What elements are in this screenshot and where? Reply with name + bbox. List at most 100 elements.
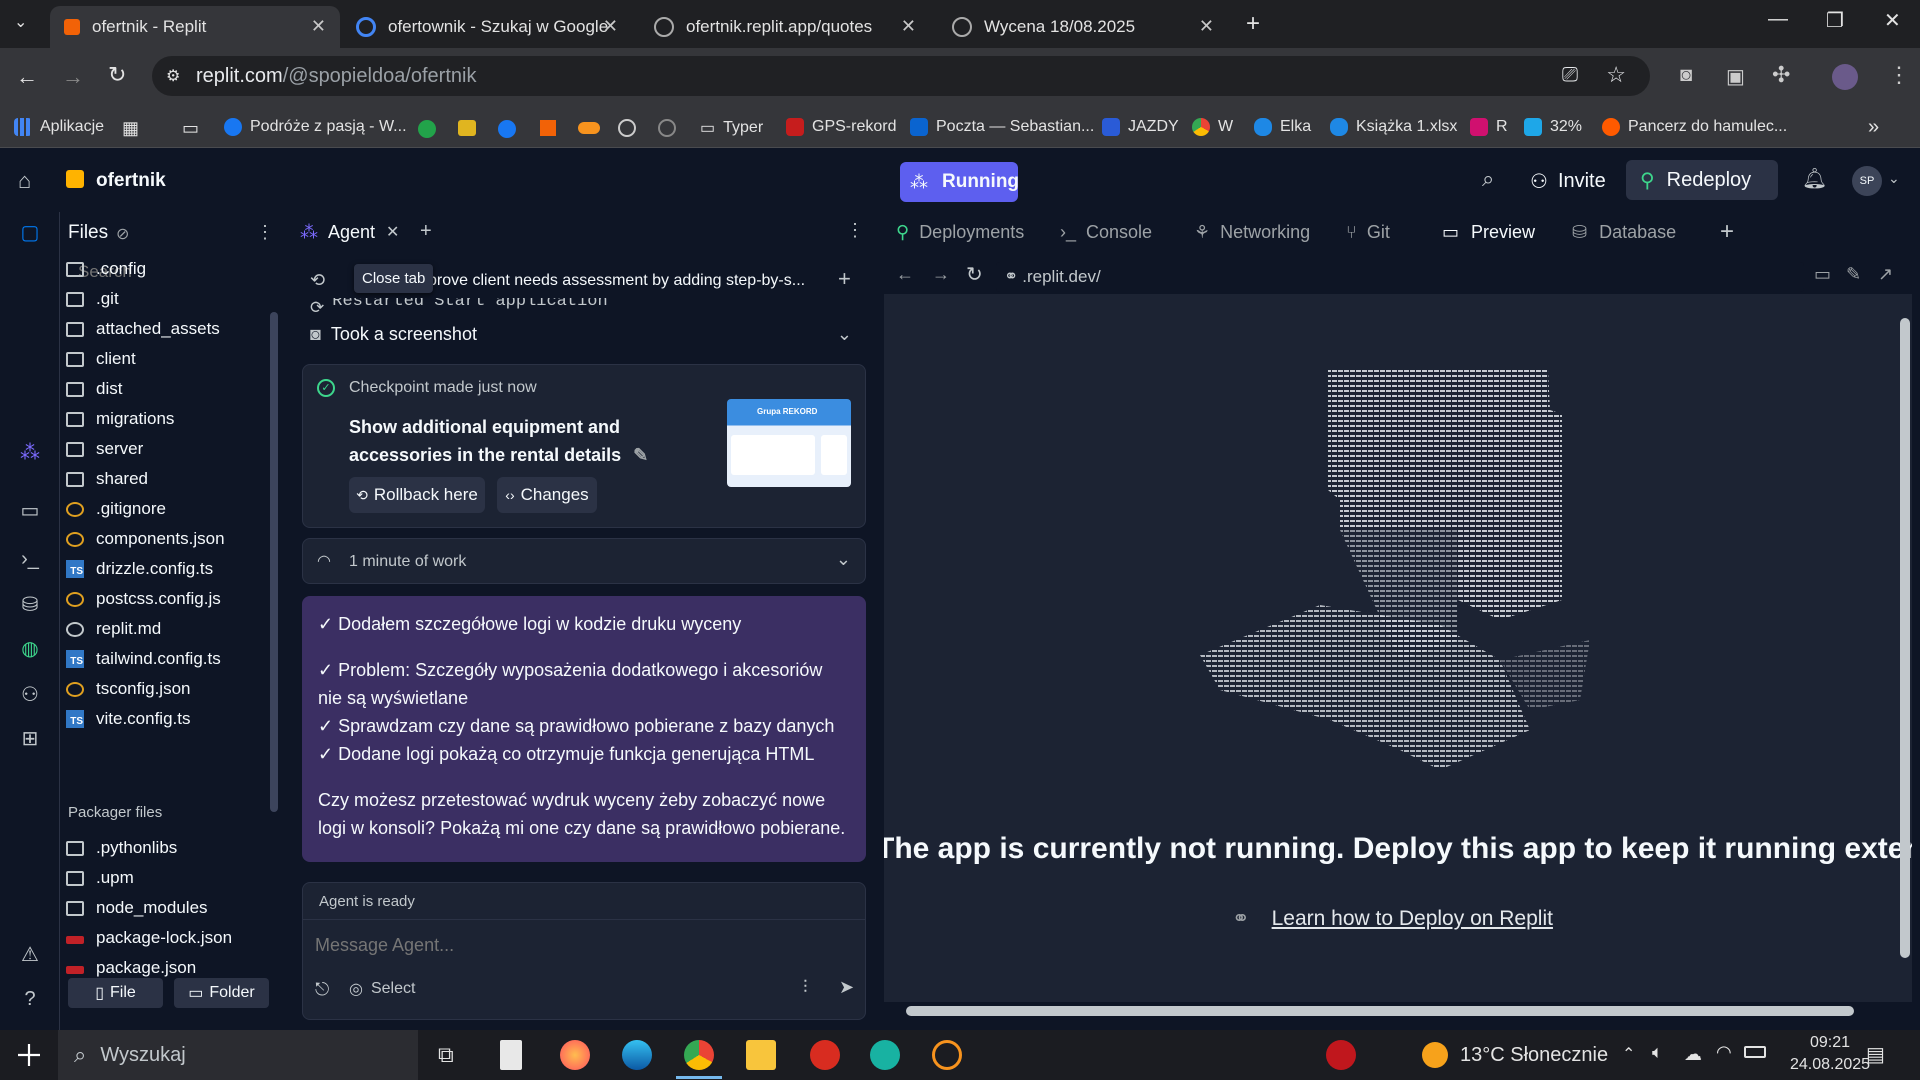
file-tree-item[interactable]: server <box>66 439 143 459</box>
facebook-icon[interactable] <box>498 120 516 138</box>
bookmark-elka[interactable]: Elka <box>1254 118 1311 136</box>
bookmark-poczta[interactable]: Poczta — Sebastian... <box>910 118 1094 136</box>
run-button[interactable]: ⁂ Running <box>900 162 1019 202</box>
file-tree-item[interactable]: TS tailwind.config.ts <box>66 649 221 669</box>
install-app-icon[interactable]: ⎚ <box>1562 64 1578 87</box>
forward-icon[interactable]: → <box>62 64 84 90</box>
console-tool-icon[interactable]: ›_ <box>18 548 42 572</box>
firefox-icon[interactable] <box>560 1040 590 1070</box>
file-tree-item[interactable]: dist <box>66 379 122 399</box>
tab-agent[interactable]: ⁂ Agent <box>300 222 375 243</box>
new-tab-icon[interactable]: + <box>1246 10 1260 38</box>
work-summary-row[interactable]: ◠ 1 minute of work ⌄ <box>302 538 866 584</box>
close-tab-icon[interactable]: ✕ <box>311 16 326 37</box>
send-icon[interactable]: ➤ <box>839 977 854 998</box>
tab-preview[interactable]: ▭ Preview <box>1442 222 1535 243</box>
more-bookmarks-icon[interactable]: » <box>1868 116 1879 139</box>
restore-icon[interactable]: ❐ <box>1826 8 1844 33</box>
user-tool-icon[interactable]: ⚇ <box>18 682 42 706</box>
back-icon[interactable]: ← <box>896 264 914 285</box>
pencil-icon[interactable]: ✎ <box>633 445 648 465</box>
clock-time[interactable]: 09:21 <box>1810 1034 1850 1052</box>
agent-menu-icon[interactable]: ⋮ <box>846 220 864 241</box>
folder-icon[interactable]: ▭ <box>182 118 199 139</box>
site-info-icon[interactable]: ⚙ <box>166 66 180 86</box>
chevron-down-icon[interactable]: ⌄ <box>837 324 852 345</box>
weather-widget[interactable]: 13°C Słonecznie <box>1422 1042 1608 1068</box>
wrench-icon[interactable]: ✎ <box>1846 264 1861 285</box>
bookmark-podroze[interactable]: Podróże z pasją - W... <box>224 118 407 136</box>
file-tree-item[interactable]: .config <box>66 259 146 279</box>
clock-date[interactable]: 24.08.2025 <box>1790 1056 1870 1074</box>
bookmark-orange-icon[interactable] <box>540 120 556 136</box>
browser-tab-quotes[interactable]: ofertnik.replit.app/quotes ✕ <box>640 6 930 48</box>
packager-file-item[interactable]: .pythonlibs <box>66 838 177 858</box>
screen-share-icon[interactable]: ▣ <box>1726 64 1745 89</box>
new-file-button[interactable]: ▯ File <box>68 978 163 1008</box>
redeploy-button[interactable]: ⚲ Redeploy <box>1626 160 1778 200</box>
tab-groups-icon[interactable]: ▦ <box>122 118 139 139</box>
files-settings-icon[interactable]: ⊘ <box>116 224 129 244</box>
battery-icon[interactable] <box>1744 1046 1766 1058</box>
bookmark-pancerz[interactable]: Pancerz do hamulec... <box>1602 118 1787 136</box>
forward-icon[interactable]: → <box>932 264 950 285</box>
all-tools-icon[interactable]: ⊞ <box>18 726 42 750</box>
packager-file-item[interactable]: package.json <box>66 958 196 978</box>
files-tool-icon[interactable]: ▢ <box>18 220 42 244</box>
new-thread-icon[interactable]: + <box>838 266 851 292</box>
profile-avatar[interactable] <box>1832 64 1858 90</box>
taskbar-search-box[interactable]: ⌕ Wyszukaj <box>58 1030 418 1080</box>
add-tab-icon[interactable]: + <box>1720 218 1734 246</box>
file-tree-item[interactable]: .gitignore <box>66 499 166 519</box>
close-window-icon[interactable]: ✕ <box>1884 8 1901 33</box>
address-bar[interactable]: ⚙ replit.com/@spopieldoa/ofertnik ⎚ ☆ <box>152 56 1650 96</box>
packager-file-item[interactable]: node_modules <box>66 898 208 918</box>
reload-icon[interactable]: ↻ <box>966 262 983 287</box>
file-tree-item[interactable]: replit.md <box>66 619 161 639</box>
tab-search-icon[interactable]: ⌄ <box>14 12 27 32</box>
bookmark-w[interactable]: W <box>1192 118 1233 136</box>
file-tree-item[interactable]: components.json <box>66 529 225 549</box>
notification-icon[interactable]: ▤ <box>1866 1042 1885 1067</box>
browser-tab-google[interactable]: ofertownik - Szukaj w Google ✕ <box>342 6 632 48</box>
learn-deploy-link[interactable]: ⚭ Learn how to Deploy on Replit <box>1232 906 1553 931</box>
tab-networking[interactable]: ⚘ Networking <box>1194 222 1310 243</box>
windows-start-icon[interactable] <box>18 1044 40 1066</box>
file-tree-item[interactable]: client <box>66 349 136 369</box>
packager-file-item[interactable]: package-lock.json <box>66 928 232 948</box>
select-element-button[interactable]: ◎ Select <box>349 979 415 999</box>
globe-icon[interactable] <box>658 119 676 137</box>
cloud-icon[interactable] <box>578 122 600 134</box>
avatar[interactable]: SP <box>1852 166 1882 196</box>
alerts-icon[interactable]: ⚠ <box>18 942 42 966</box>
attach-icon[interactable]: ⎋ <box>315 979 329 1000</box>
file-tree-item[interactable]: attached_assets <box>66 319 220 339</box>
close-tab-icon[interactable]: ✕ <box>386 222 399 242</box>
tab-console[interactable]: ›_ Console <box>1060 222 1152 243</box>
camera-extension-icon[interactable]: ◙ <box>1680 64 1692 87</box>
bookmark-jazdy[interactable]: JAZDY <box>1102 118 1179 136</box>
file-tree-item[interactable]: TS vite.config.ts <box>66 709 191 729</box>
preview-vertical-scrollbar[interactable] <box>1900 318 1910 958</box>
bookmark-green-icon[interactable] <box>418 120 436 138</box>
networking-tool-icon[interactable]: ◍ <box>18 636 42 660</box>
add-tab-icon[interactable]: + <box>420 220 432 243</box>
packager-file-item[interactable]: .upm <box>66 868 134 888</box>
search-icon[interactable]: ⌕ <box>1482 166 1494 192</box>
tab-git[interactable]: ⑂ Git <box>1346 222 1390 243</box>
bookmark-r[interactable]: R <box>1470 118 1508 136</box>
onedrive-icon[interactable]: ☁ <box>1684 1044 1702 1065</box>
bookmark-briefcase-icon[interactable] <box>458 120 476 136</box>
history-icon[interactable]: ⟲ <box>310 270 325 291</box>
file-app-icon[interactable] <box>500 1040 522 1070</box>
browser-tab-replit[interactable]: ofertnik - Replit ✕ <box>50 6 340 48</box>
close-tab-icon[interactable]: ✕ <box>901 16 916 37</box>
bell-icon[interactable]: 🔔︎ <box>1802 166 1827 191</box>
rollback-button[interactable]: ⟲ Rollback here <box>349 477 485 513</box>
app-teal-icon[interactable] <box>870 1040 900 1070</box>
edge-icon[interactable] <box>622 1040 652 1070</box>
volume-icon[interactable]: 🔈︎ <box>1652 1042 1663 1063</box>
open-new-tab-icon[interactable]: ↗ <box>1878 264 1893 285</box>
file-tree-item[interactable]: shared <box>66 469 148 489</box>
extensions-icon[interactable]: ✣ <box>1772 62 1790 88</box>
